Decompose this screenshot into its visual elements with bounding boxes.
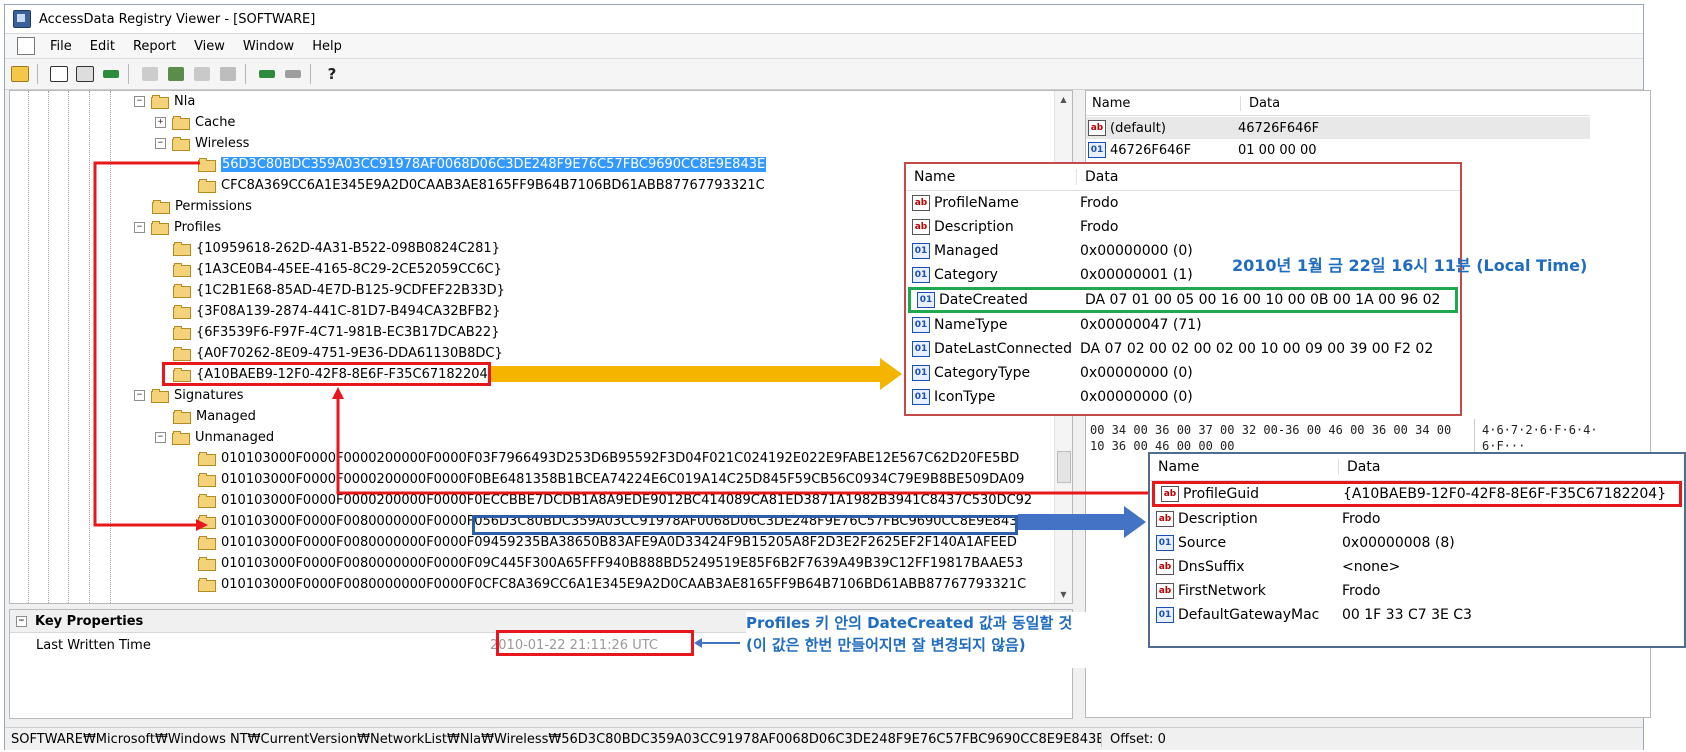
popup-header: Name Data [906,164,1460,191]
signature-value-row: 01 DefaultGatewayMac 00 1F 33 C7 3E C3 [1150,603,1684,627]
popup-column-data: Data [1347,459,1381,475]
popup-column-name: Name [1150,459,1339,475]
value-name: DateCreated [939,292,1028,308]
value-name: Description [934,219,1014,235]
blue-arrow-icon [1018,506,1146,538]
value-name: NameType [934,317,1008,333]
value-name: IconType [934,389,996,405]
value-data: 0x00000000 (0) [1080,365,1193,381]
string-value-icon: ab [912,219,930,235]
yellow-arrow-icon [491,358,902,390]
binary-value-icon: 01 [1156,535,1174,551]
binary-value-icon: 01 [912,317,930,333]
string-value-icon: ab [1161,486,1179,502]
value-data: 0x00000000 (0) [1080,243,1193,259]
value-name: ProfileGuid [1183,486,1260,502]
note-line-1: Profiles 키 안의 DateCreated 값과 동일할 것 [746,614,1073,632]
date-decoded-annotation: 2010년 1월 금 22일 16시 11분 (Local Time) [1232,256,1588,275]
string-value-icon: ab [1156,559,1174,575]
value-data: 00 1F 33 C7 3E C3 [1342,607,1472,623]
value-data: DA 07 02 00 02 00 02 00 10 00 09 00 39 0… [1080,341,1434,357]
blue-pointer-arrowhead-icon [694,638,702,648]
profile-value-row: ab Description Frodo [906,215,1460,239]
red-link-line [93,161,200,527]
popup-header: Name Data [1150,454,1684,481]
binary-value-icon: 01 [912,243,930,259]
value-data: 0x00000001 (1) [1080,267,1193,283]
value-data: Frodo [1342,583,1381,599]
note-line-2: (이 값은 한번 만들어지면 잘 변경되지 않음) [746,636,1026,654]
value-name: DefaultGatewayMac [1178,607,1320,623]
value-name: ProfileName [934,195,1019,211]
profile-value-row: 01 NameType 0x00000047 (71) [906,313,1460,337]
string-value-icon: ab [1156,583,1174,599]
popup-column-name: Name [906,169,1077,185]
binary-value-icon: 01 [912,389,930,405]
binary-value-icon: 01 [1156,607,1174,623]
string-value-icon: ab [912,195,930,211]
signature-value-row: ab FirstNetwork Frodo [1150,579,1684,603]
value-data: DA 07 01 00 05 00 16 00 10 00 0B 00 1A 0… [1085,292,1441,308]
red-arrowhead-icon [196,519,208,531]
value-data: <none> [1342,559,1401,575]
value-name: Managed [934,243,999,259]
binary-value-icon: 01 [912,365,930,381]
value-data: 0x00000047 (71) [1080,317,1202,333]
value-data: {A10BAEB9-12F0-42F8-8E6F-F35C67182204} [1343,486,1667,502]
value-name: DateLastConnected [934,341,1073,357]
profile-value-row: 01 DateLastConnected DA 07 02 00 02 00 02 … [906,337,1460,361]
red-arrowhead-icon [332,387,344,399]
value-name: CategoryType [934,365,1031,381]
date-created-row: 01 DateCreated DA 07 01 00 05 00 16 00 10 … [908,287,1458,313]
signature-value-row: ab Description Frodo [1150,507,1684,531]
profile-value-row: 01 CategoryType 0x00000000 (0) [906,361,1460,385]
binary-value-icon: 01 [917,292,935,308]
value-name: DnsSuffix [1178,559,1245,575]
value-data: Frodo [1080,219,1119,235]
string-value-icon: ab [1156,511,1174,527]
value-name: Category [934,267,998,283]
popup-column-data: Data [1085,169,1119,185]
signature-values-popup: Name Data ab ProfileGuid {A10BAEB9-12F0-42… [1148,452,1686,648]
profile-value-row: ab ProfileName Frodo [906,191,1460,215]
profile-guid-row: ab ProfileGuid {A10BAEB9-12F0-42F8-8E6F-F3… [1152,481,1682,507]
value-name: Source [1178,535,1227,551]
signature-value-row: 01 Source 0x00000008 (8) [1150,531,1684,555]
value-data: Frodo [1080,195,1119,211]
binary-value-icon: 01 [912,341,930,357]
value-data: 0x00000000 (0) [1080,389,1193,405]
signature-value-row: ab DnsSuffix <none> [1150,555,1684,579]
value-data: Frodo [1342,511,1381,527]
value-name: FirstNetwork [1178,583,1266,599]
value-data: 0x00000008 (8) [1342,535,1455,551]
binary-value-icon: 01 [912,267,930,283]
value-name: Description [1178,511,1258,527]
profile-value-row: 01 IconType 0x00000000 (0) [906,385,1460,409]
note-box: Profiles 키 안의 DateCreated 값과 동일할 것 (이 값은… [746,612,1104,668]
profile-values-popup: Name Data ab ProfileName Frodo ab Descripti… [904,162,1462,416]
